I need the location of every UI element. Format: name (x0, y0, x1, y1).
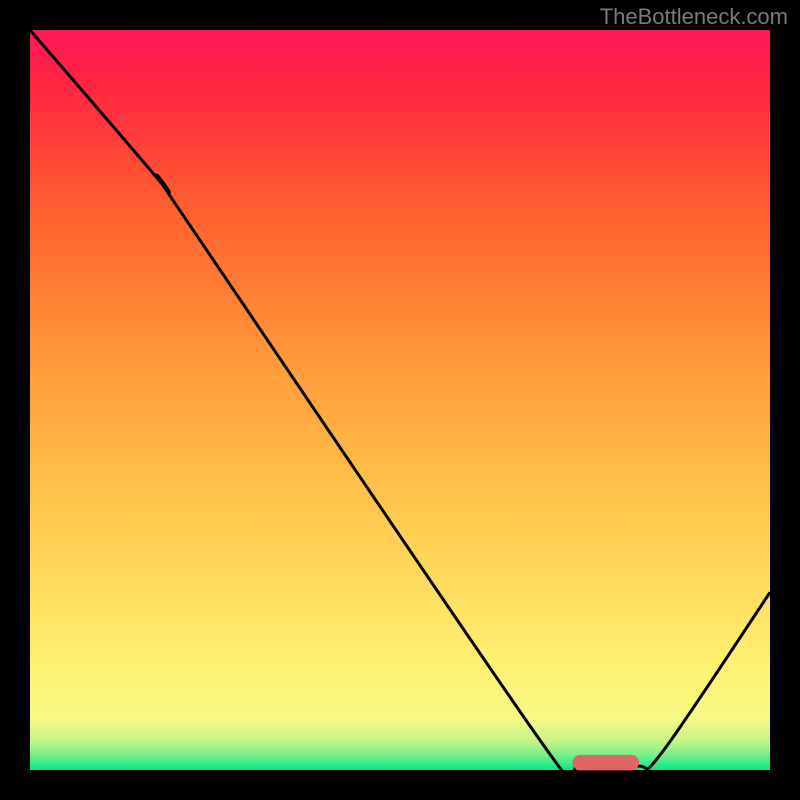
chart-svg (0, 0, 800, 800)
gradient-background (30, 30, 770, 770)
chart-container: TheBottleneck.com (0, 0, 800, 800)
optimal-marker (572, 755, 639, 771)
plot-area (30, 30, 770, 796)
